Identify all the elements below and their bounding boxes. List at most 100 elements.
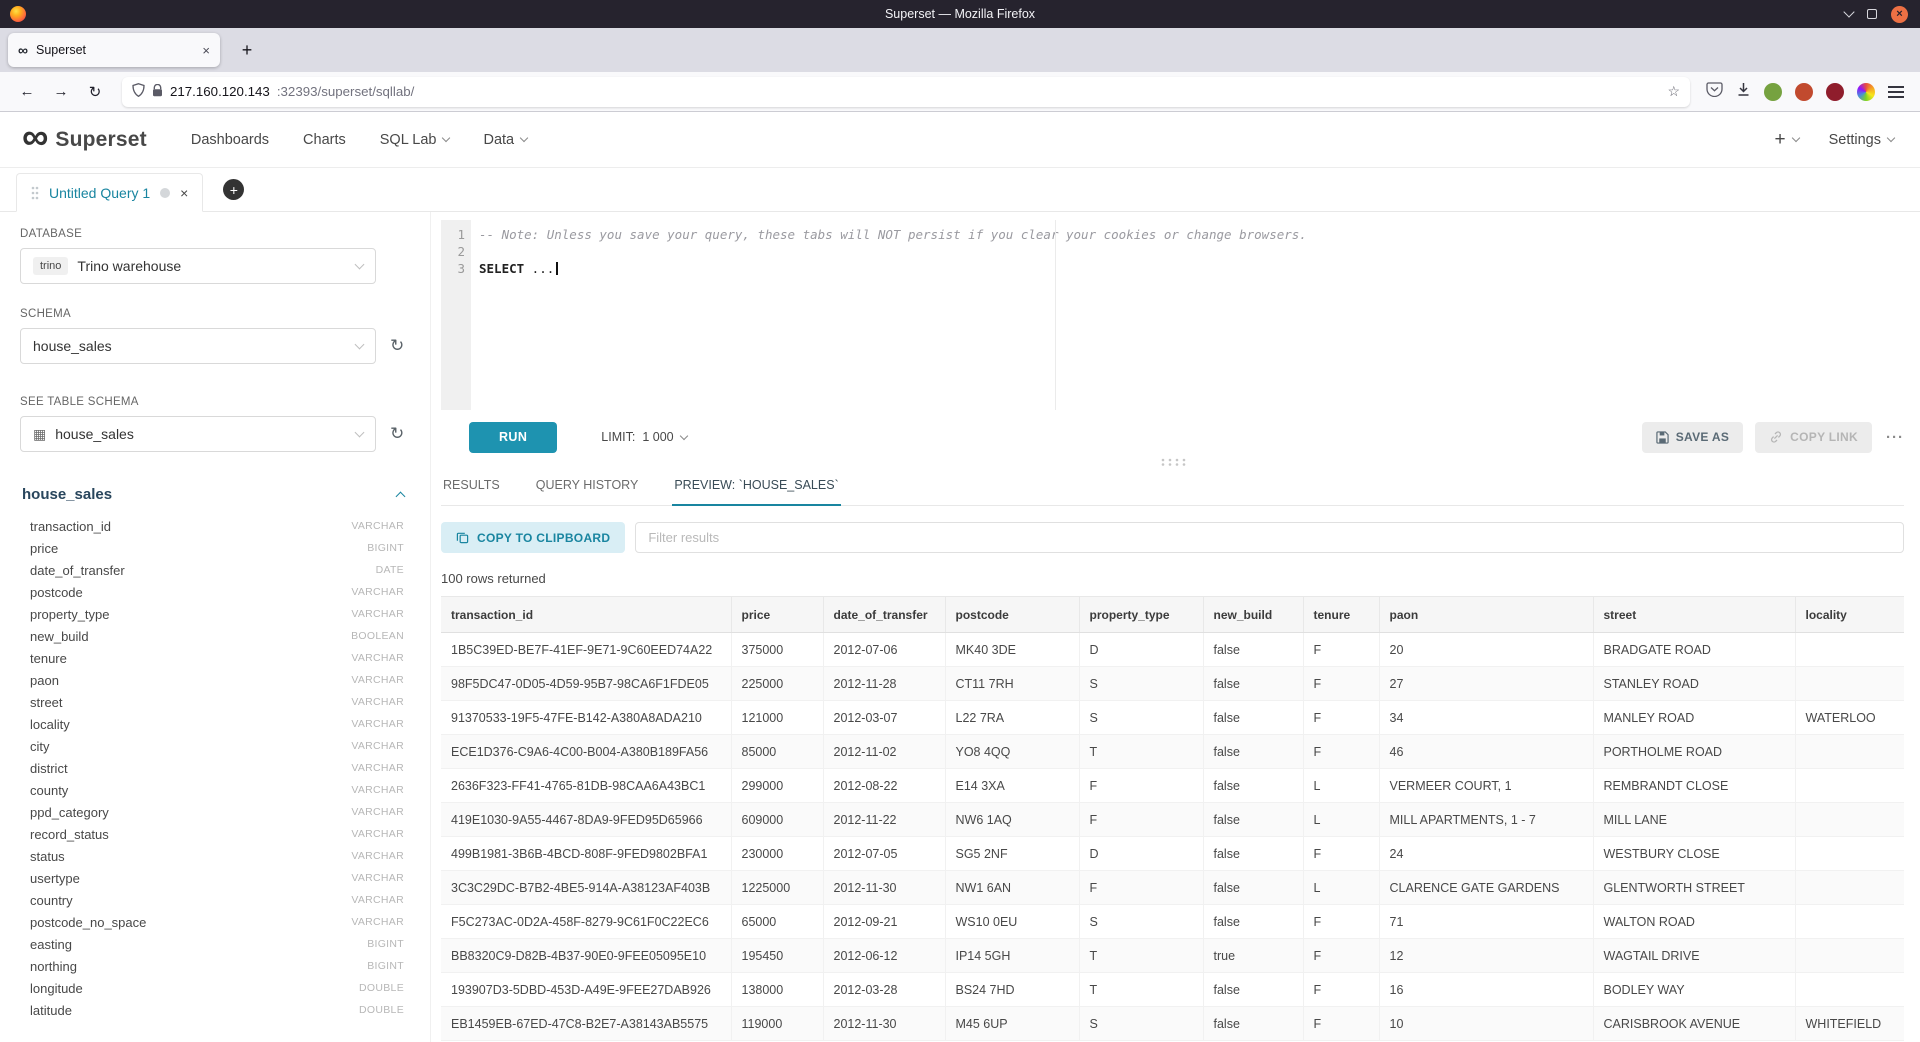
schema-column-row[interactable]: easting BIGINT bbox=[20, 933, 410, 955]
browser-tab[interactable]: ∞ Superset × bbox=[8, 33, 220, 67]
editor-code-area[interactable]: -- Note: Unless you save your query, the… bbox=[471, 220, 1904, 410]
schema-column-row[interactable]: price BIGINT bbox=[20, 537, 410, 559]
chevron-up-icon[interactable] bbox=[396, 492, 406, 502]
schema-column-row[interactable]: latitude DOUBLE bbox=[20, 999, 410, 1021]
results-column-header[interactable]: tenure bbox=[1303, 597, 1379, 633]
results-column-header[interactable]: property_type bbox=[1079, 597, 1203, 633]
sql-editor[interactable]: 1 2 3 -- Note: Unless you save your quer… bbox=[441, 220, 1904, 410]
schema-column-row[interactable]: new_build BOOLEAN bbox=[20, 625, 410, 647]
schema-column-row[interactable]: city VARCHAR bbox=[20, 735, 410, 757]
schema-column-row[interactable]: postcode_no_space VARCHAR bbox=[20, 911, 410, 933]
settings-dropdown[interactable]: Settings bbox=[1829, 132, 1894, 148]
results-table-cell: 2012-07-05 bbox=[823, 837, 945, 871]
extension-icon-3[interactable] bbox=[1826, 83, 1844, 101]
refresh-schema-icon[interactable]: ↻ bbox=[390, 336, 404, 356]
results-column-header[interactable]: transaction_id bbox=[441, 597, 731, 633]
copy-link-button[interactable]: COPY LINK bbox=[1755, 422, 1872, 453]
downloads-icon[interactable] bbox=[1736, 82, 1751, 102]
results-column-header[interactable]: paon bbox=[1379, 597, 1593, 633]
window-maximize-icon[interactable] bbox=[1867, 9, 1877, 19]
chevron-down-icon bbox=[442, 134, 450, 142]
run-button[interactable]: RUN bbox=[469, 422, 557, 453]
nav-item-sql-lab[interactable]: SQL Lab bbox=[380, 132, 450, 148]
results-table-cell: F bbox=[1303, 973, 1379, 1007]
refresh-table-icon[interactable]: ↻ bbox=[390, 424, 404, 444]
copy-to-clipboard-label: COPY TO CLIPBOARD bbox=[477, 531, 610, 545]
back-button[interactable]: ← bbox=[12, 77, 42, 107]
schema-column-row[interactable]: ppd_category VARCHAR bbox=[20, 801, 410, 823]
nav-item-label: Charts bbox=[303, 132, 346, 148]
results-table-cell: IP14 5GH bbox=[945, 939, 1079, 973]
results-table-row: 419E1030-9A55-4467-8DA9-9FED95D659666090… bbox=[441, 803, 1904, 837]
schema-column-row[interactable]: country VARCHAR bbox=[20, 889, 410, 911]
table-schema-panel-header[interactable]: house_sales bbox=[20, 486, 410, 503]
schema-column-row[interactable]: county VARCHAR bbox=[20, 779, 410, 801]
nav-item-label: Dashboards bbox=[191, 132, 269, 148]
filter-results-input[interactable] bbox=[635, 522, 1904, 553]
results-table-cell: 230000 bbox=[731, 837, 823, 871]
tracking-protection-shield-icon[interactable] bbox=[132, 83, 145, 100]
add-query-tab-button[interactable]: + bbox=[223, 179, 244, 200]
bookmark-star-icon[interactable]: ☆ bbox=[1667, 83, 1680, 100]
results-column-header[interactable]: postcode bbox=[945, 597, 1079, 633]
schema-column-row[interactable]: northing BIGINT bbox=[20, 955, 410, 977]
schema-column-row[interactable]: property_type VARCHAR bbox=[20, 603, 410, 625]
nav-item-charts[interactable]: Charts bbox=[303, 132, 346, 148]
schema-column-row[interactable]: transaction_id VARCHAR bbox=[20, 515, 410, 537]
limit-dropdown[interactable]: LIMIT: 1 000 bbox=[601, 430, 686, 444]
schema-column-row[interactable]: record_status VARCHAR bbox=[20, 823, 410, 845]
extension-icon-2[interactable] bbox=[1795, 83, 1813, 101]
editor-comment-line: -- Note: Unless you save your query, the… bbox=[479, 226, 1904, 243]
results-column-header[interactable]: date_of_transfer bbox=[823, 597, 945, 633]
superset-brand[interactable]: ∞ Superset bbox=[22, 127, 147, 152]
window-chevron-icon[interactable] bbox=[1843, 6, 1854, 17]
results-table-cell: 10 bbox=[1379, 1007, 1593, 1041]
extension-icon-4[interactable] bbox=[1857, 83, 1875, 101]
schema-select[interactable]: house_sales bbox=[20, 328, 376, 364]
drag-handle-icon[interactable] bbox=[31, 186, 39, 200]
more-options-button[interactable]: ··· bbox=[1886, 429, 1904, 446]
column-type: VARCHAR bbox=[351, 718, 404, 730]
url-bar[interactable]: 217.160.120.143 :32393/superset/sqllab/ … bbox=[122, 77, 1690, 107]
reload-button[interactable]: ↻ bbox=[80, 77, 110, 107]
menu-icon[interactable] bbox=[1888, 86, 1904, 98]
column-type: DATE bbox=[376, 564, 404, 576]
copy-to-clipboard-button[interactable]: COPY TO CLIPBOARD bbox=[441, 522, 625, 553]
pane-drag-handle-icon[interactable] bbox=[1160, 458, 1186, 466]
new-tab-button[interactable]: + bbox=[232, 35, 262, 65]
schema-column-row[interactable]: street VARCHAR bbox=[20, 691, 410, 713]
query-tab-close-icon[interactable]: × bbox=[180, 185, 188, 201]
schema-column-row[interactable]: status VARCHAR bbox=[20, 845, 410, 867]
save-to-pocket-icon[interactable] bbox=[1706, 81, 1723, 102]
results-column-header[interactable]: locality bbox=[1795, 597, 1904, 633]
chevron-down-icon bbox=[355, 428, 365, 438]
database-select[interactable]: trino Trino warehouse bbox=[20, 248, 376, 284]
extension-icon-1[interactable] bbox=[1764, 83, 1782, 101]
table-select[interactable]: ▦ house_sales bbox=[20, 416, 376, 452]
nav-item-dashboards[interactable]: Dashboards bbox=[191, 132, 269, 148]
lock-icon[interactable] bbox=[152, 84, 163, 100]
column-type: VARCHAR bbox=[351, 916, 404, 928]
forward-button[interactable]: → bbox=[46, 77, 76, 107]
tab-close-icon[interactable]: × bbox=[202, 43, 210, 58]
schema-column-row[interactable]: longitude DOUBLE bbox=[20, 977, 410, 999]
window-close-icon[interactable]: × bbox=[1891, 6, 1908, 23]
tab-results[interactable]: RESULTS bbox=[441, 470, 502, 505]
add-new-dropdown[interactable]: + bbox=[1774, 129, 1798, 151]
results-column-header[interactable]: new_build bbox=[1203, 597, 1303, 633]
nav-item-data[interactable]: Data bbox=[483, 132, 527, 148]
schema-column-row[interactable]: postcode VARCHAR bbox=[20, 581, 410, 603]
tab-query-history[interactable]: QUERY HISTORY bbox=[534, 470, 641, 505]
schema-column-row[interactable]: paon VARCHAR bbox=[20, 669, 410, 691]
schema-column-row[interactable]: district VARCHAR bbox=[20, 757, 410, 779]
query-tab-active[interactable]: Untitled Query 1 × bbox=[16, 173, 203, 212]
save-as-button[interactable]: SAVE AS bbox=[1642, 422, 1743, 453]
tab-preview-house-sales[interactable]: PREVIEW: `HOUSE_SALES` bbox=[672, 470, 840, 506]
schema-column-row[interactable]: tenure VARCHAR bbox=[20, 647, 410, 669]
results-column-header[interactable]: street bbox=[1593, 597, 1795, 633]
results-column-header[interactable]: price bbox=[731, 597, 823, 633]
column-name: price bbox=[30, 541, 58, 556]
schema-column-row[interactable]: usertype VARCHAR bbox=[20, 867, 410, 889]
schema-column-row[interactable]: locality VARCHAR bbox=[20, 713, 410, 735]
schema-column-row[interactable]: date_of_transfer DATE bbox=[20, 559, 410, 581]
